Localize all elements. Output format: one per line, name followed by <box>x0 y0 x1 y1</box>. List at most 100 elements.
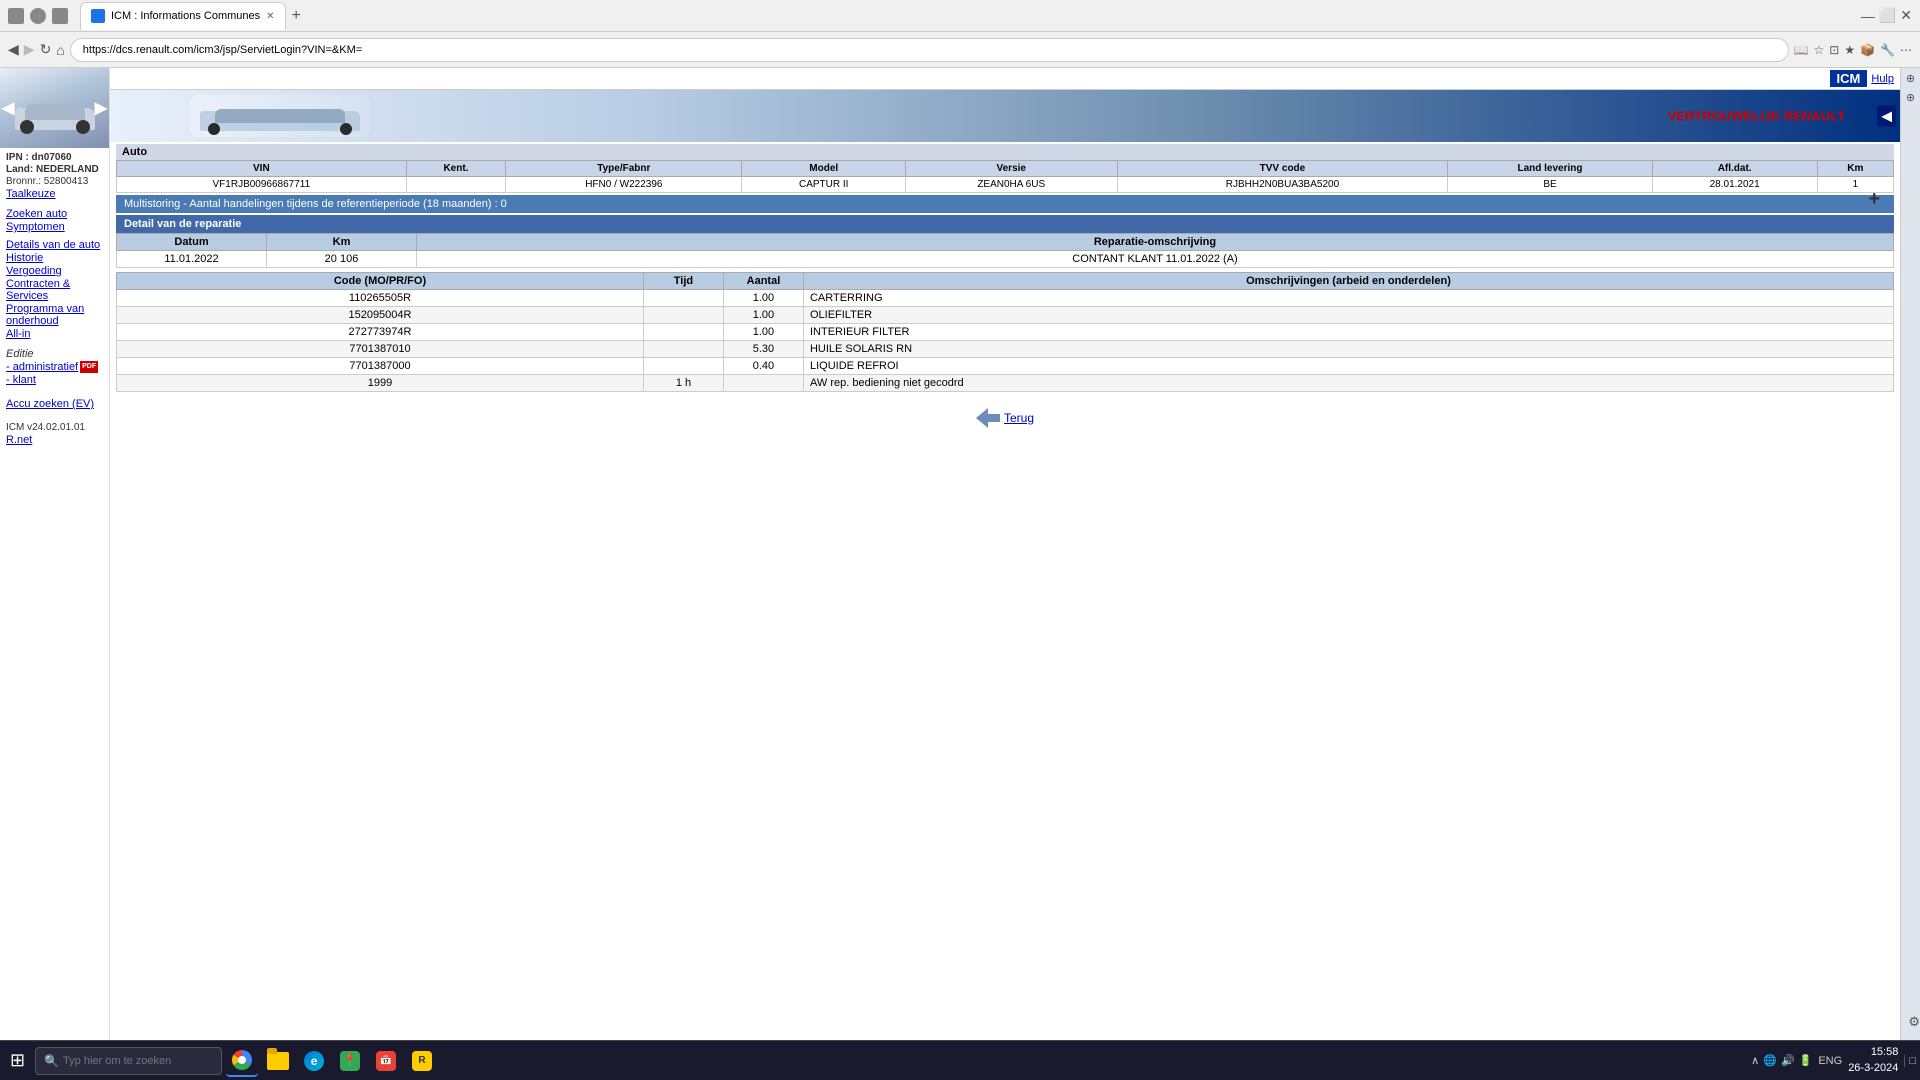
tijd-cell <box>643 324 723 341</box>
editie-label: Editie <box>6 348 103 360</box>
accu-zoeken-link[interactable]: Accu zoeken (EV) <box>6 398 103 410</box>
zoeken-auto-link[interactable]: Zoeken auto <box>6 208 103 220</box>
browser-icon <box>8 8 24 24</box>
add-button[interactable]: + <box>1868 188 1880 211</box>
terug-link[interactable]: Terug <box>1004 411 1034 425</box>
omschr-cell: AW rep. bediening niet gecodrd <box>803 375 1893 392</box>
start-button[interactable]: ⊞ <box>4 1046 31 1075</box>
taskbar-battery-icon[interactable]: 🔋 <box>1799 1054 1813 1067</box>
aantal-cell: 1.00 <box>723 324 803 341</box>
new-tab-button[interactable]: + <box>286 7 307 25</box>
restore-icon <box>52 8 68 24</box>
contracten-services-link[interactable]: Contracten & Services <box>6 278 103 302</box>
extensions-icon[interactable]: 🔧 <box>1880 43 1895 57</box>
table-row: 272773974R 1.00 INTERIEUR FILTER <box>117 324 1894 341</box>
datum-col-header: Datum <box>117 234 267 251</box>
klant-link[interactable]: - klant <box>6 374 103 386</box>
taskbar-search-input[interactable] <box>63 1055 213 1067</box>
tijd-cell <box>643 341 723 358</box>
taskbar-chevron-icon[interactable]: ∧ <box>1751 1054 1759 1067</box>
split-icon[interactable]: ⊡ <box>1829 43 1839 57</box>
more-icon[interactable]: ⋯ <box>1900 43 1912 57</box>
model-val: CAPTUR II <box>742 177 905 193</box>
administratief-link[interactable]: - administratief <box>6 361 78 373</box>
reparatie-omschr-val: CONTANT KLANT 11.01.2022 (A) <box>417 251 1894 268</box>
maximize-button[interactable]: ⬜ <box>1879 7 1896 24</box>
back-button[interactable]: ◀ <box>8 41 19 58</box>
taskbar-speaker-icon[interactable]: 🔊 <box>1781 1054 1795 1067</box>
code-cell: 152095004R <box>117 307 644 324</box>
tab-close-icon[interactable]: ✕ <box>266 11 274 22</box>
confidential-badge: VERTROUWELIJK RENAULT <box>1668 109 1845 124</box>
close-button[interactable]: ✕ <box>1900 7 1912 24</box>
version-label: ICM v24.02.01.01 <box>6 422 103 433</box>
sidebar-arrow-right[interactable]: ▶ <box>95 98 107 118</box>
terug-link-container[interactable]: Terug <box>116 408 1894 428</box>
bookmark-icon[interactable]: ☆ <box>1814 43 1825 57</box>
taskbar-search-icon: 🔍 <box>44 1054 59 1068</box>
afl-dat-val: 28.01.2021 <box>1652 177 1817 193</box>
vergoeding-link[interactable]: Vergoeding <box>6 265 103 277</box>
active-tab[interactable]: ICM : Informations Communes ✕ <box>80 2 286 30</box>
reader-icon[interactable]: 📖 <box>1794 43 1809 57</box>
aantal-cell: 0.40 <box>723 358 803 375</box>
model-col-header: Model <box>742 161 905 177</box>
taalkeuze-link[interactable]: Taalkeuze <box>6 188 103 200</box>
browser-titlebar: ICM : Informations Communes ✕ + — ⬜ ✕ <box>0 0 1920 32</box>
programma-onderhoud-link[interactable]: Programma van onderhoud <box>6 303 103 327</box>
collections-icon[interactable]: 📦 <box>1860 43 1875 57</box>
kent-col-header: Kent. <box>406 161 505 177</box>
taskbar-app-renault[interactable]: R <box>406 1045 438 1077</box>
taskbar-search-box[interactable]: 🔍 <box>35 1047 222 1075</box>
icm-help-link[interactable]: Hulp <box>1871 73 1894 85</box>
page-header-strip: VERTROUWELIJK RENAULT ◀ <box>110 90 1900 142</box>
minimize-button[interactable]: — <box>1861 7 1875 24</box>
url-input[interactable] <box>70 38 1789 62</box>
profile-icon <box>30 8 46 24</box>
bronnr-label: Bronnr.: 52800413 <box>6 176 103 187</box>
taskbar: ⊞ 🔍 e 📍 📅 R ∧ 🌐 🔊 🔋 ENG 15:58 <box>0 1040 1920 1080</box>
vin-col-header: VIN <box>117 161 407 177</box>
historie-link[interactable]: Historie <box>6 252 103 264</box>
tvv-code-val: RJBHH2N0BUA3BA5200 <box>1117 177 1448 193</box>
kent-val <box>406 177 505 193</box>
home-button[interactable]: ⌂ <box>56 42 64 58</box>
taskbar-app-calendar[interactable]: 📅 <box>370 1045 402 1077</box>
vin-val: VF1RJB00966867711 <box>117 177 407 193</box>
details-van-auto-link[interactable]: Details van de auto <box>6 239 103 251</box>
taskbar-app-edge[interactable]: e <box>298 1045 330 1077</box>
right-sidebar-toggle[interactable]: ◀ <box>1877 106 1896 127</box>
forward-button[interactable]: ▶ <box>24 41 35 58</box>
refresh-button[interactable]: ↻ <box>40 41 52 58</box>
rnet-link[interactable]: R.net <box>6 434 103 446</box>
auto-section-header: Auto <box>116 144 1894 160</box>
versie-col-header: Versie <box>905 161 1117 177</box>
repair-date-table: Datum Km Reparatie-omschrijving 11.01.20… <box>116 233 1894 268</box>
taskbar-time: 15:58 <box>1848 1045 1898 1060</box>
omschr-cell: HUILE SOLARIS RN <box>803 341 1893 358</box>
table-row: 152095004R 1.00 OLIEFILTER <box>117 307 1894 324</box>
symptomen-link[interactable]: Symptomen <box>6 221 103 233</box>
afl-dat-col-header: Afl.dat. <box>1652 161 1817 177</box>
taskbar-app-maps[interactable]: 📍 <box>334 1045 366 1077</box>
right-panel-icon-2[interactable]: ⊕ <box>1906 91 1915 104</box>
sidebar-arrow-left[interactable]: ◀ <box>2 98 14 118</box>
main-content: ICM Hulp VERTROUWELIJK RENAULT ◀ + Auto <box>110 68 1900 1040</box>
omschr-cell: INTERIEUR FILTER <box>803 324 1893 341</box>
right-panel-icon-1[interactable]: ⊕ <box>1906 72 1915 85</box>
land-levering-val: BE <box>1448 177 1652 193</box>
taskbar-show-desktop[interactable]: □ <box>1904 1055 1916 1067</box>
right-panel-settings-icon[interactable]: ⚙ <box>1908 1014 1920 1030</box>
taskbar-app-chrome[interactable] <box>226 1045 258 1077</box>
browser-controls <box>8 8 68 24</box>
tab-title: ICM : Informations Communes <box>111 10 260 22</box>
favorites-icon[interactable]: ★ <box>1844 43 1855 57</box>
all-in-link[interactable]: All-in <box>6 328 103 340</box>
aantal-cell: 1.00 <box>723 290 803 307</box>
taskbar-app-fileexplorer[interactable] <box>262 1045 294 1077</box>
right-panel: ⊕ ⊕ ⚙ <box>1900 68 1920 1040</box>
sidebar-car-graphic <box>10 78 100 138</box>
taskbar-network-icon[interactable]: 🌐 <box>1763 1054 1777 1067</box>
code-cell: 1999 <box>117 375 644 392</box>
taskbar-date: 26-3-2024 <box>1848 1061 1898 1076</box>
